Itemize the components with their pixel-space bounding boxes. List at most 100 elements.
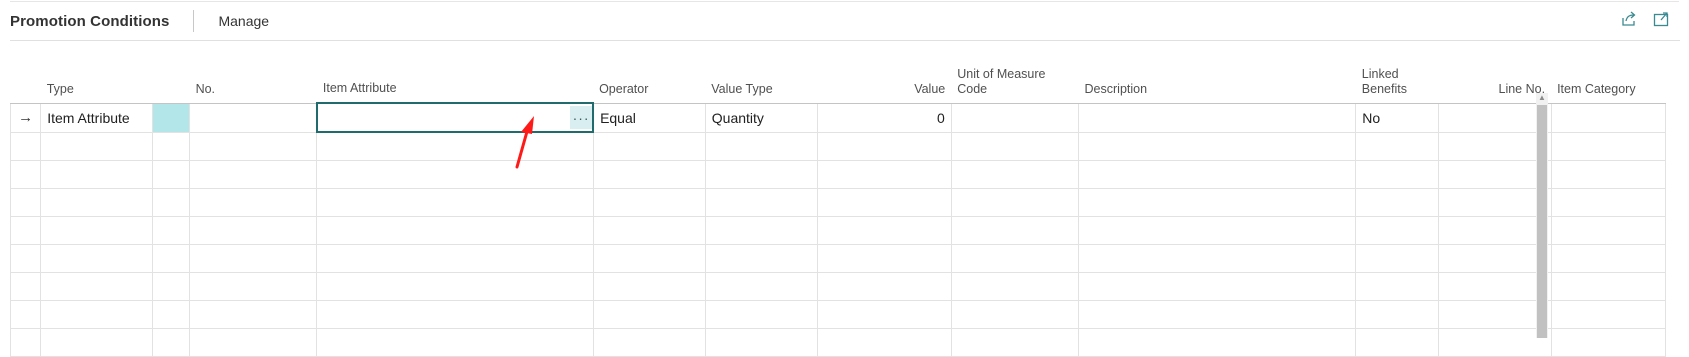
column-header-operator[interactable]: Operator	[593, 58, 706, 104]
empty-cell[interactable]	[1355, 188, 1440, 217]
empty-cell[interactable]	[152, 272, 191, 301]
empty-cell[interactable]	[40, 188, 154, 217]
empty-cell[interactable]	[951, 216, 1080, 245]
empty-cell[interactable]	[316, 216, 594, 245]
operator-cell[interactable]: Equal	[593, 103, 706, 133]
empty-cell[interactable]	[951, 272, 1080, 301]
empty-cell[interactable]	[152, 300, 191, 329]
empty-cell[interactable]	[9, 272, 42, 301]
empty-cell[interactable]	[1551, 160, 1667, 189]
value-cell[interactable]: 0	[817, 103, 952, 133]
empty-cell[interactable]	[40, 244, 154, 273]
no-cell[interactable]	[189, 103, 318, 133]
empty-cell[interactable]	[1551, 188, 1667, 217]
empty-cell[interactable]	[705, 160, 818, 189]
empty-cell[interactable]	[316, 300, 594, 329]
empty-row[interactable]	[9, 244, 1667, 273]
empty-cell[interactable]	[316, 328, 594, 357]
empty-cell[interactable]	[152, 132, 191, 161]
empty-cell[interactable]	[1438, 300, 1552, 329]
empty-cell[interactable]	[951, 160, 1080, 189]
empty-cell[interactable]	[705, 300, 818, 329]
column-header-description[interactable]: Description	[1078, 58, 1356, 104]
empty-row[interactable]	[9, 328, 1667, 357]
column-header-item-attribute[interactable]: Item Attribute	[316, 58, 594, 104]
empty-cell[interactable]	[189, 132, 318, 161]
empty-cell[interactable]	[189, 188, 318, 217]
share-icon[interactable]	[1620, 10, 1638, 28]
empty-cell[interactable]	[40, 272, 154, 301]
empty-cell[interactable]	[1551, 272, 1667, 301]
empty-cell[interactable]	[1438, 328, 1552, 357]
empty-cell[interactable]	[1551, 216, 1667, 245]
empty-cell[interactable]	[1551, 328, 1667, 357]
empty-cell[interactable]	[1355, 244, 1440, 273]
empty-row[interactable]	[9, 272, 1667, 301]
empty-cell[interactable]	[817, 132, 952, 161]
empty-cell[interactable]	[705, 272, 818, 301]
empty-cell[interactable]	[152, 160, 191, 189]
row-select-cell[interactable]	[152, 103, 191, 133]
item-attribute-input[interactable]	[318, 106, 571, 129]
empty-cell[interactable]	[9, 328, 42, 357]
empty-cell[interactable]	[705, 132, 818, 161]
empty-cell[interactable]	[817, 272, 952, 301]
description-cell[interactable]	[1078, 103, 1357, 133]
uom-code-cell[interactable]	[951, 103, 1080, 133]
scroll-up-icon[interactable]: ▲	[1536, 93, 1548, 103]
scroll-thumb[interactable]	[1537, 105, 1547, 338]
ellipsis-icon[interactable]: ···	[570, 106, 592, 129]
empty-cell[interactable]	[316, 132, 594, 161]
column-header-linked-benefits[interactable]: Linked Benefits	[1355, 58, 1439, 104]
column-header-value-type[interactable]: Value Type	[705, 58, 818, 104]
empty-cell[interactable]	[1078, 244, 1357, 273]
empty-cell[interactable]	[152, 188, 191, 217]
empty-cell[interactable]	[152, 244, 191, 273]
empty-cell[interactable]	[1355, 132, 1440, 161]
empty-cell[interactable]	[817, 328, 952, 357]
empty-cell[interactable]	[1078, 160, 1357, 189]
empty-cell[interactable]	[951, 244, 1080, 273]
empty-cell[interactable]	[40, 132, 154, 161]
empty-cell[interactable]	[951, 328, 1080, 357]
item-category-cell[interactable]	[1551, 103, 1667, 133]
column-header-line-no[interactable]: Line No.	[1438, 58, 1552, 104]
empty-cell[interactable]	[152, 328, 191, 357]
empty-cell[interactable]	[817, 160, 952, 189]
empty-cell[interactable]	[316, 188, 594, 217]
empty-cell[interactable]	[1438, 188, 1552, 217]
empty-cell[interactable]	[1438, 216, 1552, 245]
linked-benefits-cell[interactable]: No	[1355, 103, 1440, 133]
empty-cell[interactable]	[1551, 244, 1667, 273]
empty-cell[interactable]	[705, 244, 818, 273]
empty-cell[interactable]	[152, 216, 191, 245]
empty-cell[interactable]	[705, 216, 818, 245]
empty-cell[interactable]	[9, 188, 42, 217]
empty-cell[interactable]	[1078, 216, 1357, 245]
column-header-item-category[interactable]: Item Category	[1551, 58, 1666, 104]
empty-cell[interactable]	[817, 300, 952, 329]
empty-cell[interactable]	[1355, 328, 1440, 357]
empty-cell[interactable]	[817, 244, 952, 273]
empty-cell[interactable]	[1078, 328, 1357, 357]
item-attribute-cell[interactable]: ···	[315, 102, 595, 133]
empty-row[interactable]	[9, 132, 1667, 161]
empty-cell[interactable]	[593, 188, 706, 217]
empty-row[interactable]	[9, 300, 1667, 329]
table-row[interactable]: → Item Attribute ··· Equal Quantity 0 No…	[9, 102, 1667, 133]
empty-cell[interactable]	[593, 132, 706, 161]
empty-cell[interactable]	[593, 300, 706, 329]
empty-cell[interactable]	[1078, 300, 1357, 329]
type-cell[interactable]: Item Attribute	[40, 103, 154, 133]
vertical-scrollbar[interactable]: ▲	[1536, 93, 1548, 338]
empty-cell[interactable]	[316, 160, 594, 189]
empty-cell[interactable]	[951, 300, 1080, 329]
empty-cell[interactable]	[705, 188, 818, 217]
empty-cell[interactable]	[40, 300, 154, 329]
empty-cell[interactable]	[1078, 132, 1357, 161]
empty-cell[interactable]	[40, 328, 154, 357]
empty-cell[interactable]	[9, 132, 42, 161]
value-type-cell[interactable]: Quantity	[705, 103, 818, 133]
empty-cell[interactable]	[593, 216, 706, 245]
empty-cell[interactable]	[189, 272, 318, 301]
